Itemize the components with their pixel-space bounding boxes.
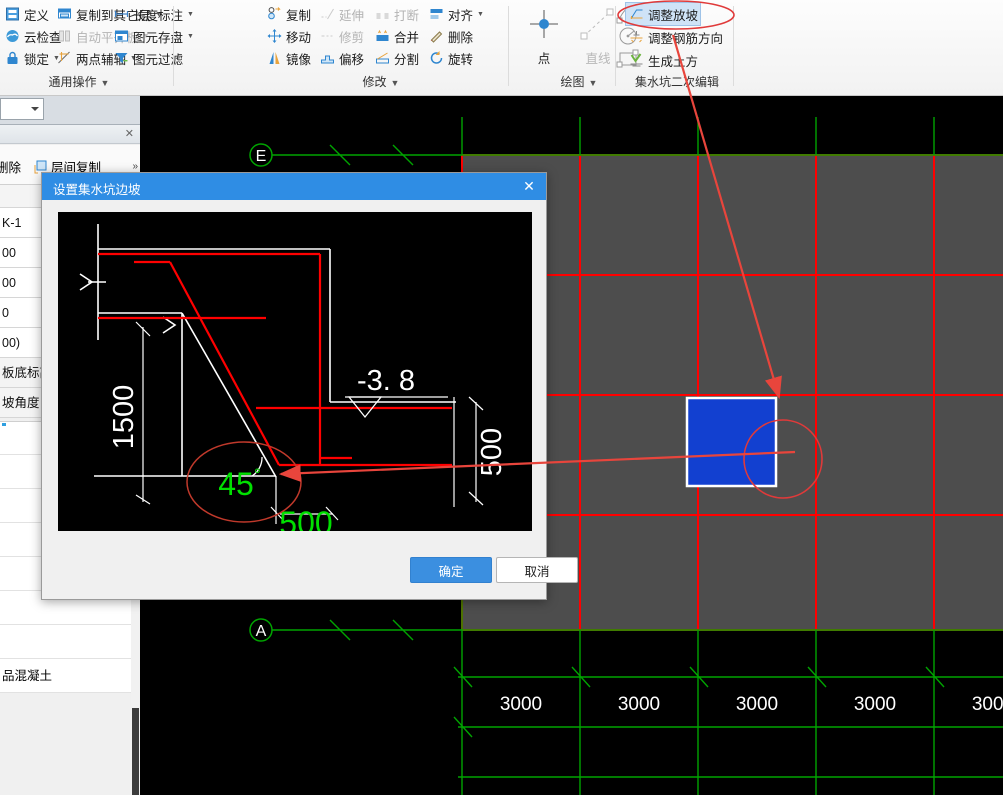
dimension-right-label: 500 xyxy=(476,428,508,476)
ribbon-item-point[interactable]: 点 xyxy=(514,4,574,67)
ribbon-item-label: 偏移 xyxy=(339,52,365,67)
sump-section-drawing: 1500 -3. 8 500 45 ° 500 xyxy=(58,212,532,531)
ribbon-item-label: 调整钢筋方向 xyxy=(648,31,724,46)
ribbon-item-label: 定义 xyxy=(24,8,50,23)
ribbon-group-label-sump-edit: 集水坑二次编辑 xyxy=(634,75,719,89)
ribbon-item-label: 延伸 xyxy=(339,8,365,23)
ribbon-item-label: 合并 xyxy=(394,30,420,45)
dialog-button-row: 确定 取消 xyxy=(42,557,578,583)
ribbon-item-trim[interactable]: 修剪 xyxy=(317,25,366,47)
dim-label: 3000 xyxy=(854,694,896,715)
ribbon-item-delete[interactable]: 删除 xyxy=(426,25,475,47)
chevron-down-icon[interactable]: ▼ xyxy=(391,78,400,88)
ribbon-item-label: 分割 xyxy=(394,52,420,67)
ribbon-item-define[interactable]: 定义 xyxy=(2,3,51,25)
ribbon-group-label-modify: 修改 ▼ xyxy=(362,75,400,89)
ribbon-group-draw: 点 直线 绘图 ▼ xyxy=(512,0,639,96)
ribbon-item-label: 点 xyxy=(537,52,551,66)
ribbon-item-offset[interactable]: 偏移 xyxy=(317,47,366,69)
ribbon-item-align[interactable]: 对齐 ▼ xyxy=(426,3,486,25)
chevron-down-icon[interactable] xyxy=(31,107,39,111)
ribbon-item-label: 图元存盘 xyxy=(133,30,184,45)
grid-bubble-bottom: A xyxy=(249,618,273,642)
selected-sump[interactable] xyxy=(685,396,778,488)
dialog-drawing-canvas: 1500 -3. 8 500 45 ° 500 xyxy=(58,212,532,531)
ribbon-item-merge[interactable]: 合并 xyxy=(372,25,421,47)
ribbon-item-move[interactable]: 移动 xyxy=(264,25,313,47)
list-item[interactable]: 品混凝土 xyxy=(0,659,140,693)
ribbon-item-copy[interactable]: 复制 xyxy=(264,3,313,25)
ribbon-item-label: 移动 xyxy=(286,30,312,45)
angle-label: 45 xyxy=(218,466,254,502)
grid-label-top: E xyxy=(256,148,267,165)
list-item[interactable] xyxy=(0,625,140,659)
ribbon-separator xyxy=(173,6,174,86)
ribbon-item-split[interactable]: 分割 xyxy=(372,47,421,69)
ribbon-separator xyxy=(615,6,616,86)
ribbon-separator xyxy=(508,6,509,86)
dimension-height-label: 1500 xyxy=(108,385,140,450)
status-dot xyxy=(2,423,6,426)
ribbon-group-general: 定义 云检查 锁定 ▼ 复制到其它层 ▼ 自动平齐板 ▼ 两点辅轴 ▼ 长度标注… xyxy=(0,0,194,96)
ribbon-item-break[interactable]: 打断 xyxy=(372,3,421,25)
ribbon-item-label: 对齐 xyxy=(448,8,474,23)
dim-label: 3000 xyxy=(500,694,542,715)
ribbon-item-adjust-slope[interactable]: 调整放坡 xyxy=(624,2,702,26)
angle-unit-label: ° xyxy=(254,465,261,484)
ribbon-item-mirror[interactable]: 镜像 xyxy=(264,47,313,69)
dialog-titlebar: 设置集水坑边坡 ✕ xyxy=(42,173,546,200)
ribbon-group-modify: 复制 移动 镜像 延伸 修剪 偏移 打断 合并 分割 对齐 ▼ 删除 旋转 修改… xyxy=(262,0,500,96)
ribbon-item-label: 长度标注 xyxy=(133,8,184,23)
floor-select[interactable] xyxy=(0,98,44,120)
cancel-button[interactable]: 取消 xyxy=(496,557,578,583)
ribbon-item-label: 打断 xyxy=(394,8,420,23)
set-sump-slope-dialog: 设置集水坑边坡 ✕ 1500 -3. 8 500 45 ° 500 确定 取消 xyxy=(41,172,578,600)
ribbon-item-label: 删除 xyxy=(448,30,474,45)
dialog-title: 设置集水坑边坡 xyxy=(53,183,141,197)
floor-combobox-bar xyxy=(0,96,140,124)
chevron-down-icon[interactable]: ▼ xyxy=(477,11,484,18)
chevron-down-icon[interactable]: ▼ xyxy=(187,11,194,18)
ribbon-item-label: 旋转 xyxy=(448,52,474,67)
chevron-down-icon[interactable]: ▼ xyxy=(589,78,598,88)
ribbon-item-label: 复制 xyxy=(286,8,312,23)
ribbon-item-adjust-rebar-direction[interactable]: 调整钢筋方向 xyxy=(626,26,725,48)
ribbon-item-rotate[interactable]: 旋转 xyxy=(426,47,475,69)
ribbon-item-label: 锁定 xyxy=(24,52,50,67)
ribbon-separator xyxy=(733,6,734,86)
properties-panel-titlebar: ✕ xyxy=(0,125,140,144)
dim-label: 3000 xyxy=(736,694,778,715)
dim-label: 3000 xyxy=(618,694,660,715)
scrollbar-thumb[interactable] xyxy=(132,708,139,795)
elevation-label: -3. 8 xyxy=(357,365,415,397)
point-icon xyxy=(514,4,574,48)
overflow-icon[interactable]: » xyxy=(132,161,138,172)
close-icon[interactable]: ✕ xyxy=(125,127,134,140)
cad-top-strip xyxy=(140,96,1003,117)
delete-button-label: 删除 xyxy=(0,161,22,175)
ribbon-item-label: 生成土方 xyxy=(648,54,699,69)
ribbon-item-lock[interactable]: 锁定 ▼ xyxy=(2,47,62,69)
dim-label: 3000 xyxy=(972,694,1003,715)
ribbon-item-label: 镜像 xyxy=(286,52,312,67)
vertical-scrollbar[interactable] xyxy=(131,598,140,795)
ribbon-item-extend[interactable]: 延伸 xyxy=(317,3,366,25)
chevron-down-icon[interactable]: ▼ xyxy=(187,33,194,40)
ribbon-item-length-dimension[interactable]: 长度标注 ▼ xyxy=(111,3,196,25)
close-icon[interactable]: ✕ xyxy=(518,176,540,196)
ribbon-item-label: 图元过滤 xyxy=(133,52,184,67)
ribbon-item-label: 修剪 xyxy=(339,30,365,45)
delete-button[interactable]: 删除 xyxy=(0,157,21,176)
ribbon-item-label: 调整放坡 xyxy=(648,8,699,23)
ribbon-toolbar: 定义 云检查 锁定 ▼ 复制到其它层 ▼ 自动平齐板 ▼ 两点辅轴 ▼ 长度标注… xyxy=(0,0,1003,96)
ribbon-group-sump-edit: 调整放坡 调整钢筋方向 生成土方 集水坑二次编辑 xyxy=(622,0,732,96)
ribbon-group-label-general: 通用操作 ▼ xyxy=(48,75,110,89)
confirm-button[interactable]: 确定 xyxy=(410,557,492,583)
ribbon-item-element-save[interactable]: 图元存盘 ▼ xyxy=(111,25,196,47)
application-window: 定义 云检查 锁定 ▼ 复制到其它层 ▼ 自动平齐板 ▼ 两点辅轴 ▼ 长度标注… xyxy=(0,0,1003,795)
chevron-down-icon[interactable]: ▼ xyxy=(101,78,110,88)
ribbon-item-generate-earthwork[interactable]: 生成土方 xyxy=(626,49,700,71)
grid-bubble-top: E xyxy=(249,143,273,167)
grid-label-bottom: A xyxy=(256,623,267,640)
